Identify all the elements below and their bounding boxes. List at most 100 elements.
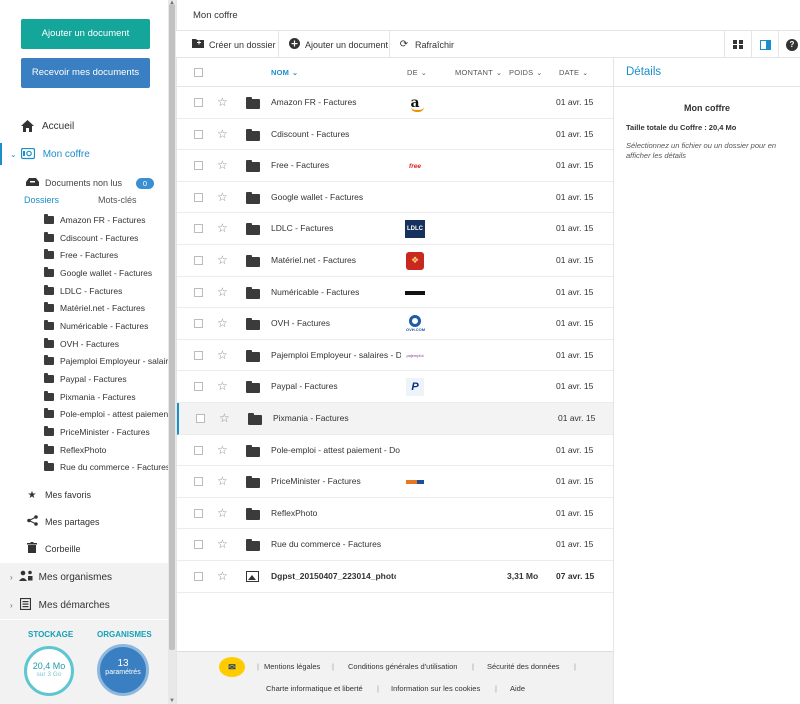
row-checkbox[interactable] (194, 350, 203, 360)
nav-corbeille[interactable]: Corbeille (26, 539, 81, 559)
table-row[interactable]: ☆ Pixmania - Factures 01 avr. 15 (177, 402, 614, 435)
create-folder-button[interactable]: Créer un dossier (192, 31, 276, 58)
table-row[interactable]: ☆ Free - Factures free 01 avr. 15 (177, 150, 614, 182)
grid-view-button[interactable] (724, 31, 751, 58)
row-checkbox[interactable] (194, 161, 203, 171)
row-checkbox[interactable] (194, 382, 203, 392)
nav-accueil[interactable]: Accueil (0, 115, 168, 137)
column-date[interactable]: DATE ⌄ (559, 58, 588, 87)
favorite-star-icon[interactable]: ☆ (217, 253, 228, 267)
row-checkbox[interactable] (194, 477, 203, 487)
unread-documents[interactable]: Documents non lus 0 (26, 176, 154, 190)
row-name[interactable]: Pajemploi Employeur - salaires - D (271, 340, 401, 371)
row-name[interactable]: Pole-emploi - attest paiement - Do (271, 435, 401, 466)
sidebar-scrollbar[interactable]: ▲ ▼ (168, 0, 176, 704)
table-row[interactable]: ☆ Matériel.net - Factures ❖ 01 avr. 15 (177, 245, 614, 277)
sidebar-folder-item[interactable]: Rue du commerce - Factures (44, 459, 168, 477)
details-panel-toggle[interactable] (751, 31, 778, 58)
nav-mes-demarches[interactable]: › Mes démarches (0, 591, 168, 619)
table-row[interactable]: ☆ LDLC - Factures LDLC 01 avr. 15 (177, 213, 614, 245)
table-row[interactable]: ☆ PriceMinister - Factures 01 avr. 15 (177, 466, 614, 498)
table-row[interactable]: ☆ Amazon FR - Factures a 01 avr. 15 (177, 87, 614, 119)
row-name[interactable]: Paypal - Factures (271, 371, 401, 402)
sidebar-folder-item[interactable]: LDLC - Factures (44, 282, 168, 300)
row-name[interactable]: Cdiscount - Factures (271, 119, 401, 150)
favorite-star-icon[interactable]: ☆ (217, 316, 228, 330)
sidebar-folder-item[interactable]: Pole-emploi - attest paiemen (44, 406, 168, 424)
row-name[interactable]: Amazon FR - Factures (271, 87, 401, 118)
sidebar-folder-item[interactable]: Paypal - Factures (44, 370, 168, 388)
favorite-star-icon[interactable]: ☆ (217, 474, 228, 488)
row-checkbox[interactable] (196, 413, 205, 423)
sidebar-folder-item[interactable]: Matériel.net - Factures (44, 299, 168, 317)
row-checkbox[interactable] (194, 540, 203, 550)
favorite-star-icon[interactable]: ☆ (217, 190, 228, 204)
footer-securite-link[interactable]: Sécurité des données (487, 662, 560, 671)
row-checkbox[interactable] (194, 98, 203, 107)
sidebar-folder-item[interactable]: Numéricable - Factures (44, 317, 168, 335)
favorite-star-icon[interactable]: ☆ (217, 348, 228, 362)
row-checkbox[interactable] (194, 571, 203, 581)
nav-favoris[interactable]: ★ Mes favoris (26, 485, 92, 505)
receive-documents-button[interactable]: Recevoir mes documents (21, 58, 150, 88)
sidebar-folder-item[interactable]: Pajemploi Employeur - salair (44, 353, 168, 371)
organismes-gauge[interactable]: 13 paramétrés (97, 644, 149, 696)
sidebar-folder-item[interactable]: OVH - Factures (44, 335, 168, 353)
footer-conditions-link[interactable]: Conditions générales d'utilisation (348, 662, 457, 671)
row-name[interactable]: Rue du commerce - Factures (271, 529, 401, 560)
row-checkbox[interactable] (194, 129, 203, 139)
nav-mes-organismes[interactable]: › Mes organismes (0, 563, 168, 591)
scroll-down-arrow-icon[interactable]: ▼ (169, 698, 175, 704)
column-montant[interactable]: MONTANT ⌄ (455, 58, 502, 87)
sidebar-folder-item[interactable]: Cdiscount - Factures (44, 229, 168, 247)
row-checkbox[interactable] (194, 508, 203, 518)
favorite-star-icon[interactable]: ☆ (217, 95, 228, 109)
row-checkbox[interactable] (194, 287, 203, 297)
row-checkbox[interactable] (194, 255, 203, 265)
row-name[interactable]: Dgpst_20150407_223014_photo (271, 561, 396, 592)
table-row[interactable]: ☆ Numéricable - Factures 01 avr. 15 (177, 277, 614, 309)
table-row[interactable]: ☆ Rue du commerce - Factures 01 avr. 15 (177, 529, 614, 561)
row-name[interactable]: Pixmania - Factures (273, 403, 403, 434)
footer-mentions-link[interactable]: Mentions légales (264, 662, 320, 671)
row-checkbox[interactable] (194, 319, 203, 329)
sidebar-folder-item[interactable]: Pixmania - Factures (44, 388, 168, 406)
favorite-star-icon[interactable]: ☆ (217, 158, 228, 172)
footer-cookies-link[interactable]: Information sur les cookies (391, 684, 480, 693)
sidebar-folder-item[interactable]: Amazon FR - Factures (44, 211, 168, 229)
sidebar-folder-item[interactable]: ReflexPhoto (44, 441, 168, 459)
row-name[interactable]: LDLC - Factures (271, 213, 401, 244)
table-row[interactable]: ☆ ReflexPhoto 01 avr. 15 (177, 498, 614, 530)
table-row[interactable]: ☆ Pole-emploi - attest paiement - Do 01 av… (177, 435, 614, 467)
favorite-star-icon[interactable]: ☆ (217, 221, 228, 235)
footer-aide-link[interactable]: Aide (510, 684, 525, 693)
nav-mon-coffre[interactable]: ⌄ Mon coffre (0, 143, 168, 165)
sidebar-folder-item[interactable]: PriceMinister - Factures (44, 423, 168, 441)
table-row[interactable]: ☆ Google wallet - Factures 01 avr. 15 (177, 182, 614, 214)
row-checkbox[interactable] (194, 445, 203, 455)
favorite-star-icon[interactable]: ☆ (217, 285, 228, 299)
favorite-star-icon[interactable]: ☆ (217, 379, 228, 393)
favorite-star-icon[interactable]: ☆ (217, 537, 228, 551)
favorite-star-icon[interactable]: ☆ (217, 443, 228, 457)
row-name[interactable]: Free - Factures (271, 150, 401, 181)
favorite-star-icon[interactable]: ☆ (217, 569, 228, 583)
scrollbar-thumb[interactable] (169, 4, 175, 650)
footer-charte-link[interactable]: Charte informatique et liberté (266, 684, 363, 693)
row-name[interactable]: PriceMinister - Factures (271, 466, 401, 497)
column-nom[interactable]: NOM ⌄ (271, 58, 298, 87)
column-de[interactable]: DE ⌄ (407, 58, 427, 87)
refresh-button[interactable]: ⟳ Rafraîchir (398, 31, 454, 58)
row-name[interactable]: ReflexPhoto (271, 498, 401, 529)
column-poids[interactable]: POIDS ⌄ (509, 58, 542, 87)
favorite-star-icon[interactable]: ☆ (219, 411, 230, 425)
tab-mots-cles[interactable]: Mots-clés (98, 195, 137, 205)
tab-dossiers[interactable]: Dossiers (24, 195, 59, 205)
toolbar-add-document-button[interactable]: Ajouter un document (288, 31, 388, 58)
row-name[interactable]: Matériel.net - Factures (271, 245, 401, 276)
sidebar-folder-item[interactable]: Free - Factures (44, 246, 168, 264)
table-row[interactable]: ☆ Pajemploi Employeur - salaires - D pajem… (177, 340, 614, 372)
table-row[interactable]: ☆ Cdiscount - Factures 01 avr. 15 (177, 119, 614, 151)
table-row[interactable]: ☆ Dgpst_20150407_223014_photo 3,31 Mo 07 av… (177, 561, 614, 593)
table-row[interactable]: ☆ Paypal - Factures P 01 avr. 15 (177, 371, 614, 403)
